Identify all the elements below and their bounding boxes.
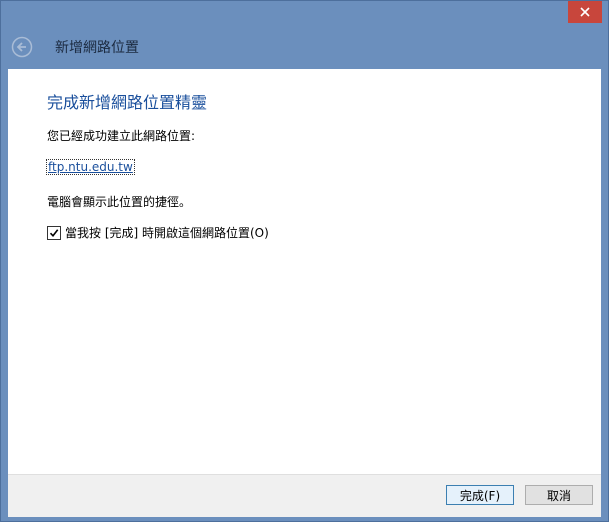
open-location-label: 當我按 [完成] 時開啟這個網路位置(O) xyxy=(65,226,269,240)
close-button[interactable] xyxy=(568,1,602,23)
back-button[interactable] xyxy=(11,36,33,58)
window-title: 新增網路位置 xyxy=(55,40,139,56)
network-location-link[interactable]: ftp.ntu.edu.tw xyxy=(46,159,135,175)
wizard-footer: 完成(F) 取消 xyxy=(8,474,601,517)
cancel-button[interactable]: 取消 xyxy=(525,485,593,505)
shortcut-message: 電腦會顯示此位置的捷徑。 xyxy=(47,195,192,209)
wizard-content: 完成新增網路位置精靈 您已經成功建立此網路位置: ftp.ntu.edu.tw … xyxy=(8,69,601,474)
close-icon xyxy=(580,7,590,17)
back-arrow-icon xyxy=(11,36,33,58)
wizard-heading: 完成新增網路位置精靈 xyxy=(47,93,208,112)
success-message: 您已經成功建立此網路位置: xyxy=(47,129,196,143)
checkmark-icon xyxy=(49,228,59,237)
open-location-checkbox[interactable] xyxy=(47,225,61,240)
wizard-header: 新增網路位置 xyxy=(1,25,608,69)
wizard-window: 新增網路位置 完成新增網路位置精靈 您已經成功建立此網路位置: ftp.ntu.… xyxy=(0,0,609,522)
finish-button[interactable]: 完成(F) xyxy=(446,485,514,505)
open-location-option[interactable]: 當我按 [完成] 時開啟這個網路位置(O) xyxy=(47,224,269,241)
